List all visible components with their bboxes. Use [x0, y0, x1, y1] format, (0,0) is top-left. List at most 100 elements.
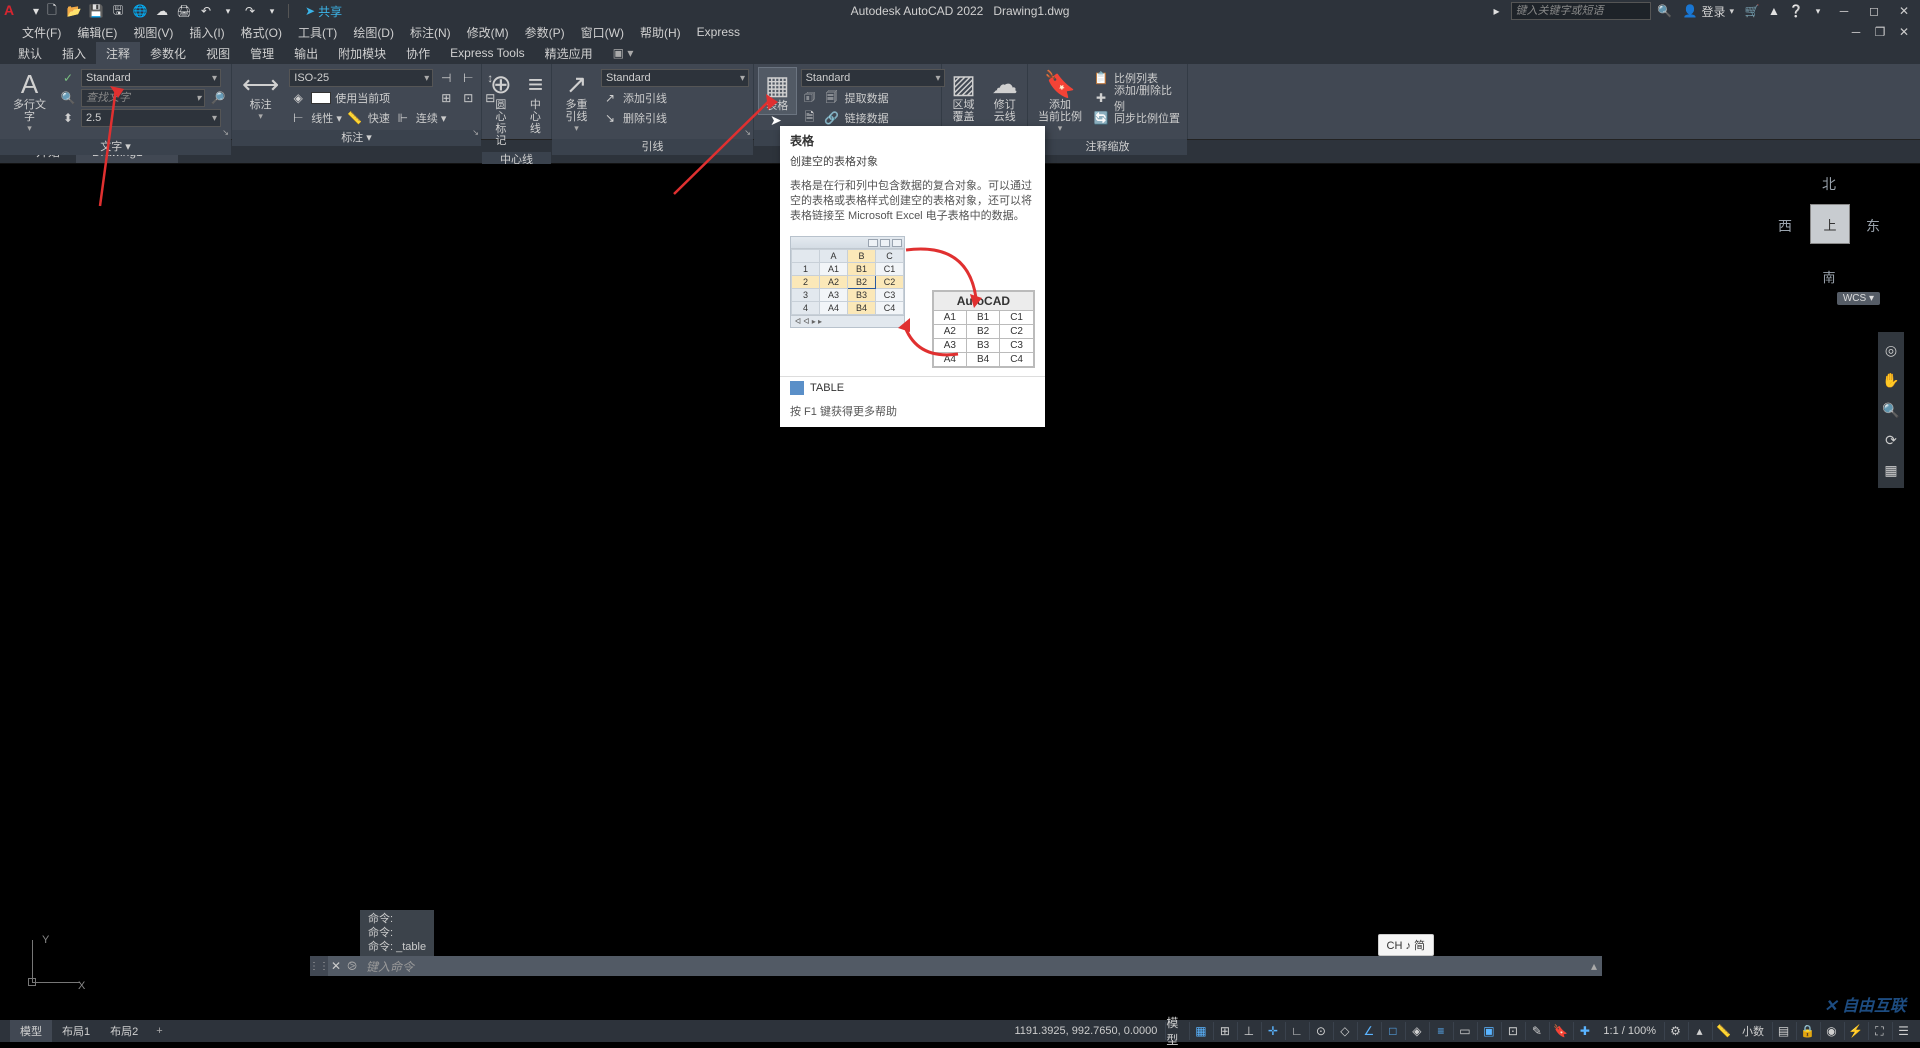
find-icon[interactable]: 🔍 — [59, 89, 77, 107]
vc-west[interactable]: 西 — [1778, 216, 1792, 236]
rtab-view[interactable]: 视图 — [196, 42, 240, 65]
linear-label[interactable]: 线性 ▾ — [311, 110, 342, 126]
qp-toggle-icon[interactable]: ▣ — [1477, 1022, 1499, 1040]
ribbon-extra-icon[interactable]: ▣ ▾ — [607, 46, 640, 60]
app-icon[interactable]: A — [4, 2, 22, 20]
extract2-icon[interactable]: 🗐 — [823, 89, 841, 107]
nav-showmo-icon[interactable]: ▦ — [1881, 460, 1901, 480]
find-go-icon[interactable]: 🔎 — [209, 89, 227, 107]
layout-model[interactable]: 模型 — [10, 1020, 52, 1042]
continue-icon[interactable]: ⊩ — [394, 109, 412, 127]
rtab-parametric[interactable]: 参数化 — [140, 42, 196, 65]
link-icon[interactable]: 🗎 — [801, 109, 819, 127]
ortho-toggle-icon[interactable]: ∟ — [1285, 1022, 1307, 1040]
anno-mon-icon[interactable]: ▴ — [1688, 1022, 1710, 1040]
text-height-combo[interactable]: 2.5 — [81, 109, 221, 127]
nav-wheel-icon[interactable]: ◎ — [1881, 340, 1901, 360]
dim-tool4-icon[interactable]: ⊞ — [437, 89, 455, 107]
sync-label[interactable]: 同步比例位置 — [1114, 110, 1180, 126]
nav-orbit-icon[interactable]: ⟳ — [1881, 430, 1901, 450]
maximize-button[interactable]: ◻ — [1862, 3, 1886, 19]
menu-modify[interactable]: 修改(M) — [459, 22, 517, 43]
vc-north[interactable]: 北 — [1822, 174, 1836, 194]
units-icon[interactable]: 📏 — [1712, 1022, 1734, 1040]
spellcheck-icon[interactable]: ✓ — [59, 69, 77, 87]
app-manager-icon[interactable]: ▲ — [1766, 3, 1782, 19]
modelspace-toggle[interactable]: 模型 — [1165, 1022, 1187, 1040]
doc-restore-button[interactable]: ❐ — [1868, 24, 1892, 40]
add-leader-icon[interactable]: ↗ — [601, 89, 619, 107]
find-text-input[interactable]: 查找文字 — [81, 89, 205, 107]
extract-icon[interactable]: 🗊 — [801, 89, 819, 107]
panel-dim-launcher-icon[interactable]: ↘ — [472, 128, 479, 137]
grid-toggle-icon[interactable]: ▦ — [1189, 1022, 1211, 1040]
menu-draw[interactable]: 绘图(D) — [345, 22, 402, 43]
plot-icon[interactable]: 🖨 — [176, 3, 192, 19]
menu-help[interactable]: 帮助(H) — [632, 22, 689, 43]
menu-format[interactable]: 格式(O) — [233, 22, 290, 43]
mtext-button[interactable]: A 多行文字 ▾ — [4, 67, 55, 136]
menu-window[interactable]: 窗口(W) — [573, 22, 632, 43]
undo-drop-icon[interactable]: ▾ — [220, 3, 236, 19]
cart-icon[interactable]: 🛒 — [1744, 3, 1760, 19]
menu-insert[interactable]: 插入(I) — [181, 22, 232, 43]
vc-top-face[interactable]: 上 — [1810, 204, 1850, 244]
cmd-recent-icon[interactable]: ⧁ — [344, 959, 360, 974]
redo-icon[interactable]: ↷ — [242, 3, 258, 19]
adddel-icon[interactable]: ✚ — [1092, 89, 1110, 107]
ime-indicator[interactable]: CH ♪ 简 — [1378, 934, 1435, 956]
menu-tools[interactable]: 工具(T) — [290, 22, 345, 43]
add-leader-label[interactable]: 添加引线 — [623, 90, 667, 106]
iso-toggle-icon[interactable]: ◇ — [1333, 1022, 1355, 1040]
doc-minimize-button[interactable]: ─ — [1844, 24, 1868, 40]
undo-icon[interactable]: ↶ — [198, 3, 214, 19]
cmd-grip-icon[interactable]: ⋮⋮ — [310, 956, 328, 976]
quick-icon[interactable]: 📏 — [346, 109, 364, 127]
centerline-button[interactable]: ≡ 中心线 — [522, 67, 549, 137]
dim-tool2-icon[interactable]: ⊢ — [459, 69, 477, 87]
menu-parametric[interactable]: 参数(P) — [517, 22, 573, 43]
hw-accel-icon[interactable]: ⚡ — [1844, 1022, 1866, 1040]
vc-south[interactable]: 南 — [1822, 267, 1835, 286]
table-button[interactable]: ▦ 表格 — [758, 67, 797, 115]
new-icon[interactable]: 🗋 — [44, 3, 60, 19]
viewcube[interactable]: 北 西 上 东 南 — [1774, 172, 1884, 312]
menu-dimension[interactable]: 标注(N) — [402, 22, 459, 43]
redo-drop-icon[interactable]: ▾ — [264, 3, 280, 19]
units-display[interactable]: 小数 — [1736, 1023, 1770, 1039]
vc-east[interactable]: 东 — [1866, 216, 1880, 236]
polar-toggle-icon[interactable]: ⊙ — [1309, 1022, 1331, 1040]
save-icon[interactable]: 💾 — [88, 3, 104, 19]
login-button[interactable]: 👤 登录 ▾ — [1679, 3, 1739, 20]
panel-text-launcher-icon[interactable]: ↘ — [222, 128, 229, 137]
menu-view[interactable]: 视图(V) — [125, 22, 181, 43]
ws-switch-icon[interactable]: ⚙ — [1664, 1022, 1686, 1040]
link-label[interactable]: 链接数据 — [845, 110, 889, 126]
panel-leader-title[interactable]: 引线 — [552, 139, 753, 155]
lwt-toggle-icon[interactable]: ≡ — [1429, 1022, 1451, 1040]
rtab-output[interactable]: 输出 — [284, 42, 328, 65]
table-style-combo[interactable]: Standard — [801, 69, 945, 87]
mleader-button[interactable]: ↗ 多重引线 ▾ — [556, 67, 597, 136]
link2-icon[interactable]: 🔗 — [823, 109, 841, 127]
rtab-addins[interactable]: 附加模块 — [328, 42, 396, 65]
help-drop-icon[interactable]: ▾ — [1810, 3, 1826, 19]
remove-leader-label[interactable]: 删除引线 — [623, 110, 667, 126]
dim-tool1-icon[interactable]: ⊣ — [437, 69, 455, 87]
3dosnap-toggle-icon[interactable]: ◈ — [1405, 1022, 1427, 1040]
qat-dropdown-icon[interactable]: ▾ — [28, 3, 44, 19]
search-icon[interactable]: 🔍 — [1657, 3, 1673, 19]
rtab-featured[interactable]: 精选应用 — [535, 42, 603, 65]
cmd-expand-icon[interactable]: ▴ — [1586, 959, 1602, 973]
arrow-icon[interactable]: ▸ — [1489, 3, 1505, 19]
rtab-manage[interactable]: 管理 — [240, 42, 284, 65]
nav-zoom-icon[interactable]: 🔍 — [1881, 400, 1901, 420]
am-toggle-icon[interactable]: ✎ — [1525, 1022, 1547, 1040]
cmd-close-icon[interactable]: ✕ — [328, 959, 344, 973]
panel-dim-title[interactable]: 标注 ▾ — [232, 130, 481, 146]
rtab-collab[interactable]: 协作 — [396, 42, 440, 65]
clean-screen-icon[interactable]: ⛶ — [1868, 1022, 1890, 1040]
dim-tool5-icon[interactable]: ⊡ — [459, 89, 477, 107]
scalelist-icon[interactable]: 📋 — [1092, 69, 1110, 87]
layout-1[interactable]: 布局1 — [52, 1020, 100, 1042]
